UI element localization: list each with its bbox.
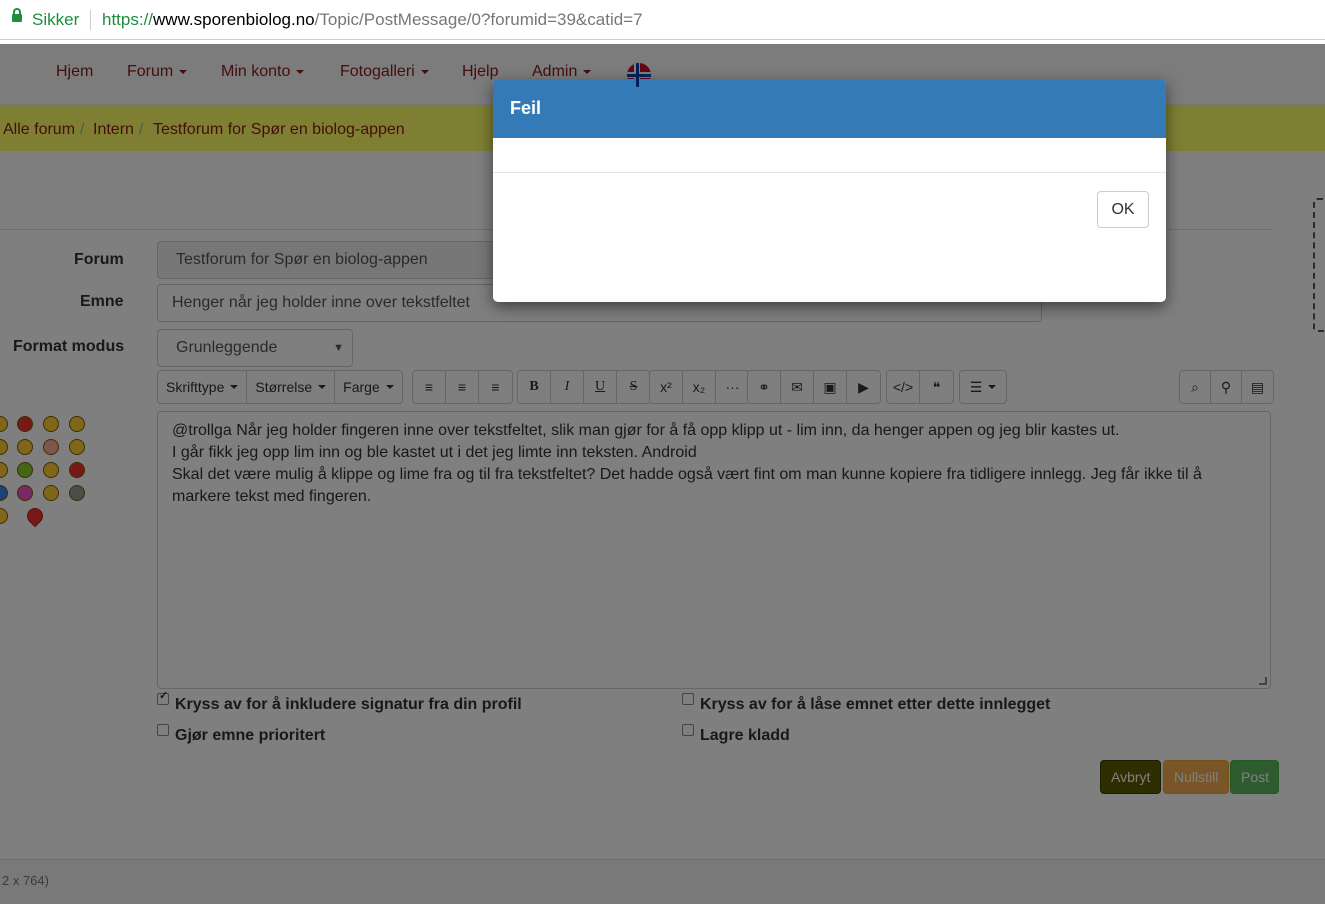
dialog-title: Feil	[510, 98, 542, 118]
secure-label: Sikker	[32, 10, 80, 29]
url-path: /Topic/PostMessage/0?forumid=39&catid=7	[314, 10, 643, 29]
error-dialog: Feil OK	[493, 79, 1166, 302]
dialog-body	[493, 138, 1166, 173]
dialog-header: Feil	[493, 79, 1166, 138]
lock-icon	[12, 8, 22, 22]
window-edge	[0, 904, 1325, 910]
url-scheme: https://	[102, 10, 154, 29]
ok-button[interactable]: OK	[1097, 191, 1149, 228]
url-text[interactable]: https://www.sporenbiolog.no/Topic/PostMe…	[102, 10, 643, 30]
url-host: www.sporenbiolog.no	[153, 10, 315, 29]
divider	[90, 10, 91, 30]
browser-address-bar[interactable]: Sikker https://www.sporenbiolog.no/Topic…	[0, 0, 1325, 40]
